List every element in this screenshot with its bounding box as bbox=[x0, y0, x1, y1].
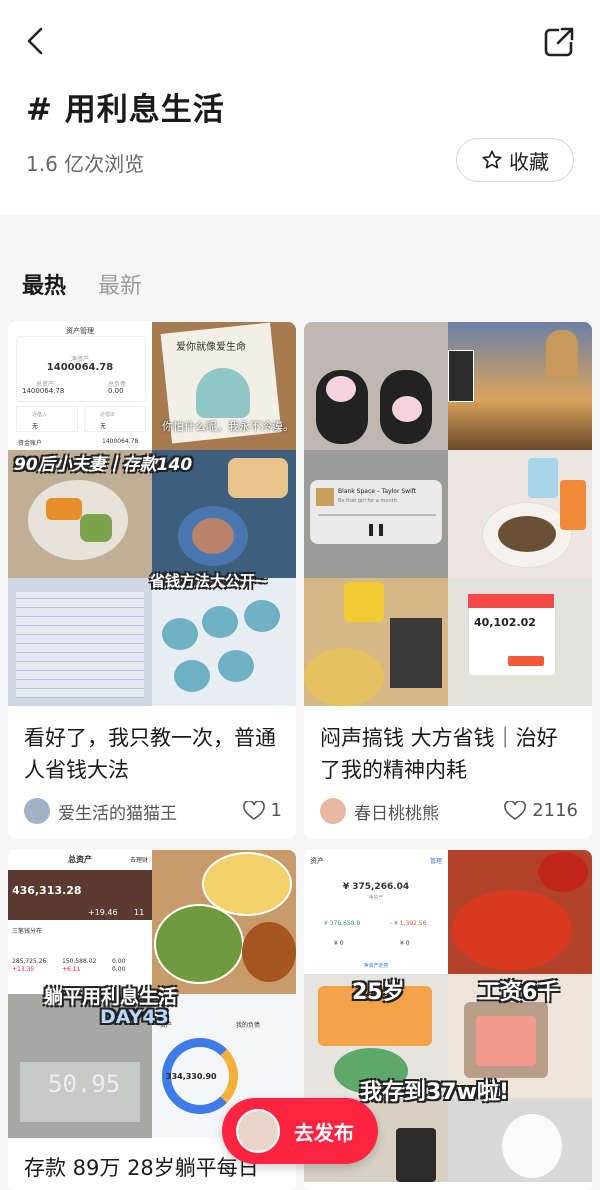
dist-change-3: 0.00 bbox=[112, 966, 126, 973]
dist-change-2: +6.11 bbox=[62, 966, 81, 973]
invest-link: 去理财 bbox=[129, 857, 148, 864]
chevron-left-icon bbox=[27, 27, 43, 55]
balance-amount: 40,102.02 bbox=[474, 616, 536, 629]
zero-value-1: ¥ 0 bbox=[334, 940, 344, 947]
asset-value: 436,313.28 bbox=[12, 884, 82, 897]
positive-asset: ¥ 376,658.8 bbox=[324, 920, 361, 927]
asset-value: ¥ 375,266.04 bbox=[342, 882, 410, 892]
author-name: 爱生活的猫猫王 bbox=[58, 803, 177, 824]
topic-title: # 用利息生活 bbox=[26, 92, 225, 128]
tab-hot[interactable]: 最热 bbox=[22, 268, 66, 300]
dist-value-1: 285,725.26 bbox=[12, 958, 47, 965]
book-caption: 你怕什么呢，我永不冷漠。 bbox=[162, 420, 294, 433]
author-name: 春日桃桃熊 bbox=[354, 803, 439, 824]
dist-change-1: +13.35 bbox=[12, 966, 35, 973]
note-title: 闷声搞钱 大方省钱｜治好了我的精神内耗 bbox=[320, 726, 558, 782]
distribution-label: 三笔钱分布 bbox=[12, 928, 43, 935]
net-asset-value: 1400064.78 bbox=[46, 362, 114, 373]
note-title: 看好了，我只教一次，普通人省钱大法 bbox=[24, 726, 276, 782]
avatar bbox=[236, 1109, 280, 1153]
manage-link: 管理 bbox=[429, 858, 442, 865]
publish-label: 去发布 bbox=[294, 1120, 354, 1145]
heart-icon bbox=[242, 800, 265, 820]
borrow-in-value: 无 bbox=[32, 423, 39, 430]
note-card[interactable]: Blank Space – Taylor Swift Be that girl … bbox=[304, 322, 592, 838]
author[interactable]: 春日桃桃熊 bbox=[320, 798, 439, 824]
trend-link: 净资产走势 bbox=[363, 963, 389, 969]
asset-days: 11 bbox=[134, 908, 145, 917]
cover-banner: 90后小夫妻丨存款140 bbox=[14, 455, 193, 475]
note-cover-image: Blank Space – Taylor Swift Be that girl … bbox=[304, 322, 592, 706]
age-text: 25岁 bbox=[352, 980, 405, 1005]
share-button[interactable] bbox=[542, 25, 576, 59]
donut-value: 334,330.90 bbox=[166, 1072, 217, 1081]
author[interactable]: 爱生活的猫猫王 bbox=[24, 798, 177, 824]
dist-value-3: 0.00 bbox=[112, 958, 126, 965]
like-button[interactable]: 1 bbox=[242, 800, 282, 821]
back-button[interactable] bbox=[22, 26, 52, 56]
note-card[interactable]: 资产管理 净资产 1400064.78 总资产 1400064.78 总负债 0… bbox=[8, 322, 296, 838]
avatar bbox=[24, 798, 50, 824]
like-button[interactable]: 2116 bbox=[504, 800, 578, 821]
like-count: 1 bbox=[270, 800, 282, 821]
topic-header: # 用利息生活 1.6 亿次浏览 收藏 bbox=[0, 0, 600, 214]
salary-text: 工资6千 bbox=[478, 980, 560, 1005]
song-subtitle: Be that girl for a month bbox=[338, 498, 397, 504]
borrow-in-label: 近借入 bbox=[32, 412, 48, 418]
star-icon bbox=[482, 150, 502, 169]
share-icon bbox=[544, 27, 574, 57]
note-cover-image: 资产管理 净资产 1400064.78 总资产 1400064.78 总负债 0… bbox=[8, 322, 296, 706]
fund-value: 1400064.78 bbox=[102, 438, 139, 445]
fund-label: 资金账户 bbox=[18, 440, 43, 447]
total-liability-value: 0.00 bbox=[108, 387, 124, 395]
sort-tabs: 最热 最新 bbox=[0, 214, 600, 314]
favorite-label: 收藏 bbox=[509, 149, 549, 174]
cover-tip: 省钱方法大公开~ bbox=[150, 572, 268, 590]
asset-sub: 净资产 bbox=[368, 895, 384, 901]
borrow-out-label: 近借出 bbox=[100, 412, 116, 418]
publish-button[interactable]: 去发布 bbox=[222, 1098, 378, 1164]
cover-day: DAY43 bbox=[100, 1006, 169, 1028]
negative-asset: - ¥ 1,392.56 bbox=[390, 920, 427, 927]
asset-tab: 资产 bbox=[310, 857, 324, 865]
like-count: 2116 bbox=[532, 800, 578, 821]
saved-text: 我存到37w啦! bbox=[360, 1080, 509, 1105]
tab-latest[interactable]: 最新 bbox=[98, 268, 142, 300]
borrow-out-value: 无 bbox=[100, 423, 107, 430]
asset-header: 资产管理 bbox=[66, 327, 94, 335]
cover-banner: 躺平用利息生活 bbox=[44, 986, 178, 1008]
zero-value-2: ¥ 0 bbox=[400, 940, 410, 947]
note-cover-image: 总资产 去理财 436,313.28 +19.46 11 三笔钱分布 285,7… bbox=[8, 850, 296, 1138]
heart-icon bbox=[504, 800, 527, 820]
tab-debt: 我的负债 bbox=[236, 1022, 261, 1029]
favorite-button[interactable]: 收藏 bbox=[456, 138, 574, 182]
dist-value-2: 150,588.02 bbox=[62, 958, 97, 965]
pause-icon: ❚❚ bbox=[366, 522, 387, 536]
book-title: 爱你就像爱生命 bbox=[176, 342, 246, 353]
view-count: 1.6 亿次浏览 bbox=[26, 152, 145, 176]
song-title: Blank Space – Taylor Swift bbox=[338, 488, 417, 495]
avatar bbox=[320, 798, 346, 824]
total-asset-value: 1400064.78 bbox=[22, 387, 65, 395]
asset-change: +19.46 bbox=[88, 908, 118, 917]
scale-reading: 50.95 bbox=[48, 1070, 121, 1098]
